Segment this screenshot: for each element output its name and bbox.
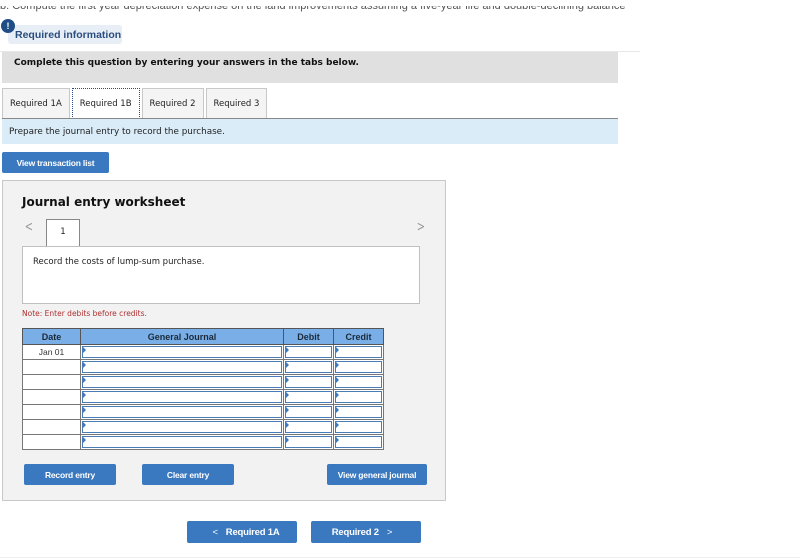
chevron-right-icon: > <box>386 526 393 538</box>
tab-required-1a[interactable]: Required 1A <box>2 88 70 119</box>
journal-table: Date General Journal Debit Credit Jan 01 <box>22 328 384 450</box>
credit-input-cell <box>333 419 384 435</box>
next-required-label: Required 2 <box>331 526 379 538</box>
journal-row: Jan 01 <box>22 344 384 360</box>
debit-input-cell <box>283 419 334 435</box>
previous-required-label: Required 1A <box>225 526 280 538</box>
instructions-banner: Complete this question by entering your … <box>2 52 618 83</box>
entry-description-text: Record the costs of lump-sum purchase. <box>33 257 205 267</box>
journal-row <box>22 359 384 375</box>
credit-input[interactable] <box>335 361 382 373</box>
column-header-debit: Debit <box>283 328 334 345</box>
previous-required-button[interactable]: < Required 1A <box>187 521 297 543</box>
credit-input[interactable] <box>335 376 382 388</box>
required-information-badge: Required information <box>8 25 122 44</box>
tab-bar: Required 1A Required 1B Required 2 Requi… <box>2 88 269 119</box>
journal-row <box>22 404 384 420</box>
journal-date-cell <box>22 419 81 435</box>
journal-body: Jan 01 <box>22 344 384 450</box>
journal-date-cell: Jan 01 <box>22 344 81 360</box>
tab-required-1b[interactable]: Required 1B <box>71 88 140 119</box>
account-input[interactable] <box>82 406 282 418</box>
debit-input-cell <box>283 434 334 450</box>
chevron-left-icon: < <box>212 526 218 538</box>
tab-required-3[interactable]: Required 3 <box>205 88 268 119</box>
account-input[interactable] <box>82 346 282 358</box>
account-input[interactable] <box>82 361 282 373</box>
alert-icon: ! <box>1 19 15 33</box>
credit-input-cell <box>333 374 384 390</box>
divider <box>0 557 800 558</box>
worksheet-title: Journal entry worksheet <box>22 195 186 209</box>
debit-input[interactable] <box>285 391 332 403</box>
credit-input[interactable] <box>335 346 382 358</box>
credit-input-cell <box>333 389 384 405</box>
credit-input-cell <box>333 344 384 360</box>
credit-input-cell <box>333 359 384 375</box>
debit-input-cell <box>283 374 334 390</box>
journal-date-cell <box>22 389 81 405</box>
view-general-journal-button[interactable]: View general journal <box>327 464 427 485</box>
task-prompt: Prepare the journal entry to record the … <box>2 119 618 144</box>
account-input-cell <box>80 404 284 420</box>
debit-input[interactable] <box>285 361 332 373</box>
credit-input[interactable] <box>335 436 382 448</box>
record-entry-button[interactable]: Record entry <box>24 464 116 485</box>
account-input-cell <box>80 344 284 360</box>
journal-date-cell <box>22 404 81 420</box>
account-input-cell <box>80 419 284 435</box>
account-input[interactable] <box>82 376 282 388</box>
debit-input-cell <box>283 389 334 405</box>
journal-row <box>22 389 384 405</box>
entry-number-tab[interactable]: 1 <box>46 219 80 246</box>
debit-input[interactable] <box>285 346 332 358</box>
debit-input-cell <box>283 359 334 375</box>
journal-row <box>22 434 384 450</box>
clear-entry-button[interactable]: Clear entry <box>142 464 234 485</box>
debit-input-cell <box>283 404 334 420</box>
account-input[interactable] <box>82 391 282 403</box>
journal-date-cell <box>22 374 81 390</box>
account-input-cell <box>80 434 284 450</box>
debit-input[interactable] <box>285 421 332 433</box>
debit-input[interactable] <box>285 406 332 418</box>
journal-row <box>22 374 384 390</box>
required-information-label: Required information <box>15 29 122 41</box>
chevron-left-icon[interactable]: < <box>25 219 33 235</box>
credit-input[interactable] <box>335 406 382 418</box>
journal-header-row: Date General Journal Debit Credit <box>22 328 384 345</box>
credit-input-cell <box>333 404 384 420</box>
debit-input[interactable] <box>285 376 332 388</box>
entry-description: Record the costs of lump-sum purchase. <box>22 246 420 304</box>
account-input[interactable] <box>82 436 282 448</box>
journal-date-cell <box>22 434 81 450</box>
task-prompt-text: Prepare the journal entry to record the … <box>9 127 225 137</box>
view-transaction-list-button[interactable]: View transaction list <box>2 152 109 173</box>
debit-credit-note: Note: Enter debits before credits. <box>22 309 147 318</box>
chevron-right-icon[interactable]: > <box>417 219 425 235</box>
account-input[interactable] <box>82 421 282 433</box>
column-header-date: Date <box>22 328 81 345</box>
journal-date-cell <box>22 359 81 375</box>
instructions-text: Complete this question by entering your … <box>14 58 359 68</box>
next-required-button[interactable]: Required 2 > <box>311 521 421 543</box>
journal-row <box>22 419 384 435</box>
journal-entry-worksheet: Journal entry worksheet < 1 > Record the… <box>2 180 446 501</box>
credit-input[interactable] <box>335 391 382 403</box>
column-header-general-journal: General Journal <box>80 328 284 345</box>
account-input-cell <box>80 389 284 405</box>
account-input-cell <box>80 374 284 390</box>
debit-input[interactable] <box>285 436 332 448</box>
column-header-credit: Credit <box>333 328 384 345</box>
credit-input[interactable] <box>335 421 382 433</box>
question-text: b. Compute the first year depreciation e… <box>0 6 626 12</box>
credit-input-cell <box>333 434 384 450</box>
account-input-cell <box>80 359 284 375</box>
tab-required-2[interactable]: Required 2 <box>141 88 204 119</box>
debit-input-cell <box>283 344 334 360</box>
